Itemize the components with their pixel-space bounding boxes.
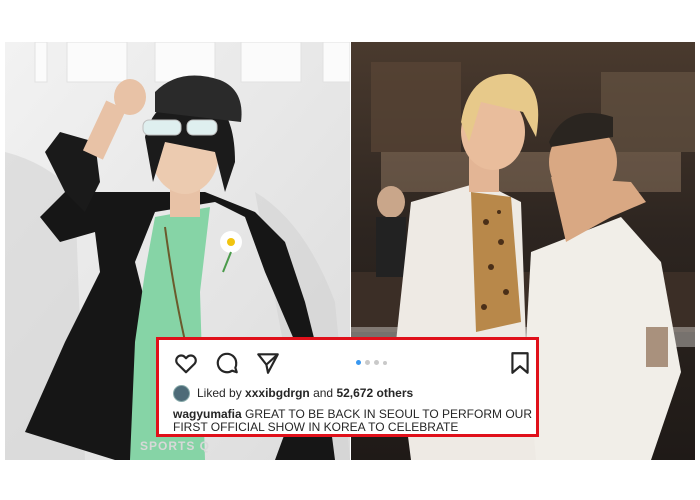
svg-text:SPORTS Q: SPORTS Q <box>140 439 210 453</box>
bookmark-icon[interactable] <box>507 350 533 376</box>
likes-text: Liked by xxxibgdrgn and 52,672 others <box>197 386 413 400</box>
carousel-dot <box>365 360 370 365</box>
composite-image: SPORTS Q Liked by xxxibgdrgn and 52,672 … <box>0 0 700 500</box>
liker-username[interactable]: xxxibgdrgn <box>245 386 310 400</box>
carousel-dot-active <box>356 360 361 365</box>
instagram-action-bar <box>173 350 529 376</box>
carousel-dot <box>374 360 379 365</box>
carousel-dot <box>383 361 387 365</box>
send-icon[interactable] <box>255 350 281 376</box>
instagram-post-overlay: Liked by xxxibgdrgn and 52,672 others wa… <box>156 337 539 437</box>
heart-icon[interactable] <box>173 350 199 376</box>
comment-icon[interactable] <box>214 350 240 376</box>
likes-and: and <box>313 386 334 400</box>
post-caption: wagyumafia GREAT TO BE BACK IN SEOUL TO … <box>173 408 533 434</box>
likes-count[interactable]: 52,672 others <box>336 386 413 400</box>
liker-avatar[interactable] <box>173 385 190 402</box>
likes-prefix: Liked by <box>197 386 242 400</box>
